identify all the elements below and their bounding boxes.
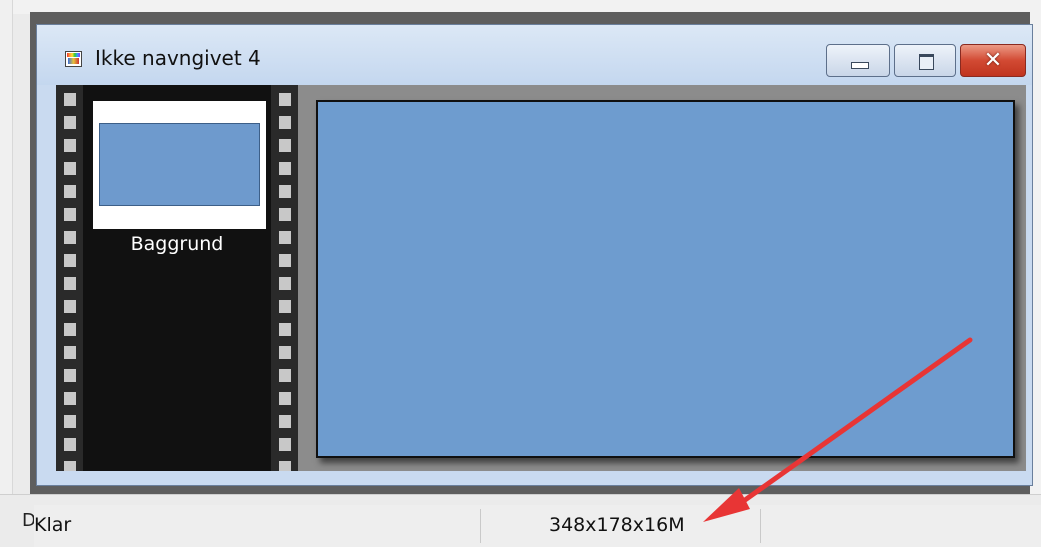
sprocket-hole	[279, 415, 291, 428]
sprocket-hole	[64, 254, 76, 267]
status-cell-message: Klar	[34, 505, 480, 547]
sprocket-hole	[64, 139, 76, 152]
sprocket-hole	[279, 185, 291, 198]
sprocket-hole	[64, 300, 76, 313]
sprocket-hole	[279, 254, 291, 267]
status-cell-empty	[761, 505, 1041, 547]
sprocket-hole	[64, 231, 76, 244]
sprocket-hole	[64, 438, 76, 451]
sprocket-hole	[64, 116, 76, 129]
status-divider-line	[0, 494, 1041, 495]
sprocket-hole	[64, 185, 76, 198]
app-left-panel	[0, 0, 13, 495]
window-titlebar[interactable]: Ikke navngivet 4 ✕	[37, 25, 1032, 85]
sprocket-hole	[279, 277, 291, 290]
layer-name[interactable]: Baggrund	[83, 233, 271, 255]
sprocket-hole	[279, 300, 291, 313]
sprocket-hole	[64, 208, 76, 221]
layer-thumbnail[interactable]	[93, 101, 266, 229]
sprocket-hole	[64, 392, 76, 405]
sprocket-hole	[279, 139, 291, 152]
sprocket-hole	[279, 231, 291, 244]
sprocket-hole	[279, 346, 291, 359]
sprocket-hole	[279, 438, 291, 451]
sprocket-hole	[64, 162, 76, 175]
sprocket-hole	[279, 93, 291, 106]
sprocket-hole	[64, 415, 76, 428]
minimize-button[interactable]	[826, 44, 890, 77]
layer-palette: Baggrund	[56, 85, 298, 471]
layer-thumbnail-preview	[99, 123, 260, 206]
image-size-info: 348x178x16M	[549, 514, 685, 536]
sprocket-hole	[64, 93, 76, 106]
status-cell-image-info: 348x178x16M	[481, 505, 760, 547]
paint-app-icon[interactable]	[65, 51, 82, 67]
close-icon: ✕	[983, 48, 1003, 73]
filmstrip-sprockets-right	[271, 85, 298, 471]
sprocket-hole	[279, 162, 291, 175]
image-canvas[interactable]	[316, 100, 1015, 458]
sprocket-hole	[279, 369, 291, 382]
maximize-icon	[919, 54, 934, 70]
filmstrip-sprockets-left	[56, 85, 83, 471]
sprocket-hole	[64, 323, 76, 336]
sprocket-hole	[279, 208, 291, 221]
sprocket-hole	[64, 461, 76, 471]
sprocket-hole	[64, 277, 76, 290]
minimize-icon	[851, 62, 869, 69]
sprocket-hole	[279, 323, 291, 336]
canvas-viewport	[298, 85, 1026, 471]
status-message: Klar	[34, 514, 72, 536]
document-window[interactable]: Ikke navngivet 4 ✕ Baggrund	[36, 24, 1033, 486]
sprocket-hole	[64, 369, 76, 382]
sprocket-hole	[279, 392, 291, 405]
close-button[interactable]: ✕	[960, 44, 1026, 77]
window-title: Ikke navngivet 4	[95, 46, 261, 70]
sprocket-hole	[64, 346, 76, 359]
status-bar: Klar 348x178x16M	[34, 505, 1041, 547]
sprocket-hole	[279, 461, 291, 471]
maximize-button[interactable]	[894, 44, 956, 77]
sprocket-hole	[279, 116, 291, 129]
